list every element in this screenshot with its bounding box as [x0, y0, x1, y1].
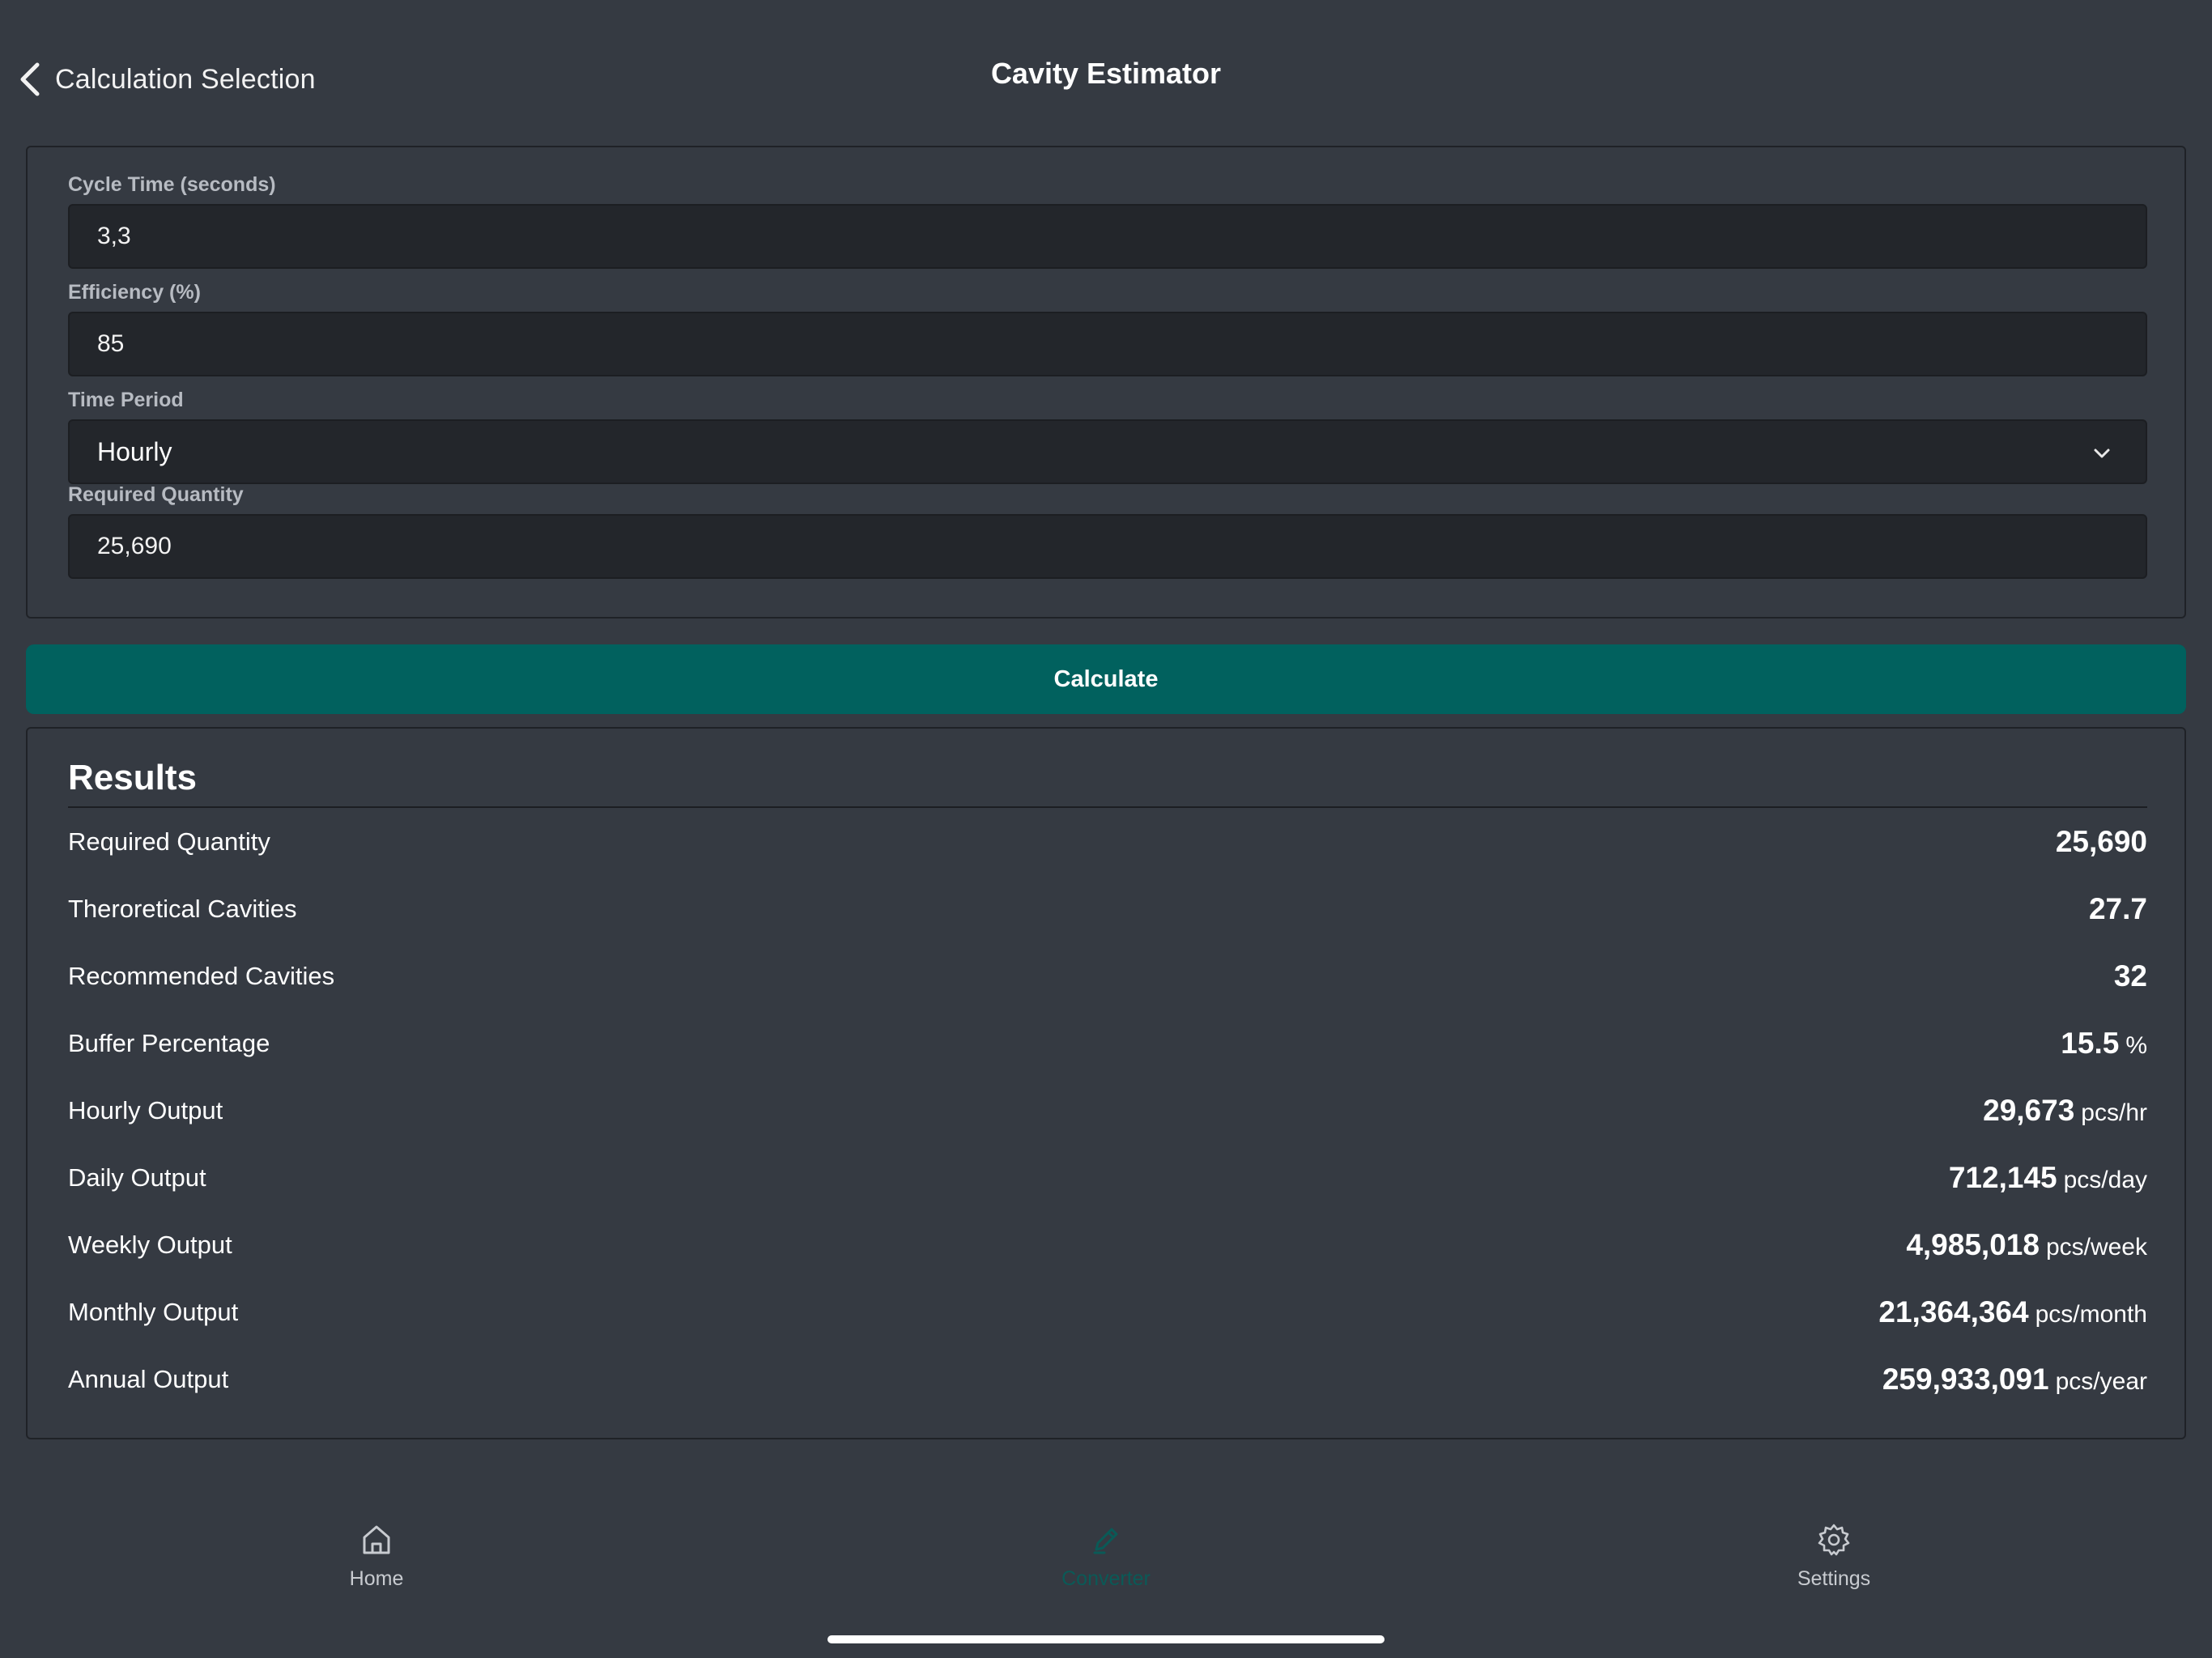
- result-unit: pcs/month: [2035, 1301, 2147, 1328]
- result-value: 32: [2113, 959, 2147, 993]
- cycle-time-field[interactable]: [68, 204, 2147, 269]
- chevron-down-icon: [2094, 449, 2110, 458]
- cycle-time-label: Cycle Time (seconds): [68, 173, 276, 196]
- tab-converter-label: Converter: [1061, 1567, 1151, 1590]
- results-divider: [68, 806, 2147, 808]
- time-period-select[interactable]: Hourly: [68, 419, 2147, 484]
- result-label: Buffer Percentage: [68, 1029, 270, 1057]
- result-value-group: 21,364,364 pcs/month: [1878, 1295, 2147, 1329]
- navigation-header: Calculation Selection Cavity Estimator: [0, 0, 2212, 146]
- input-form-panel: Cycle Time (seconds) Efficiency (%) Time…: [26, 146, 2186, 619]
- required-quantity-field[interactable]: [68, 514, 2147, 579]
- result-value-group: 27.7: [2089, 892, 2147, 926]
- result-unit: pcs/week: [2045, 1234, 2147, 1261]
- result-row-buffer-percentage: Buffer Percentage 15.5 %: [68, 1019, 2147, 1068]
- result-row-hourly-output: Hourly Output 29,673 pcs/hr: [68, 1086, 2147, 1135]
- result-row-theoretical-cavities: Theroretical Cavities 27.7: [68, 885, 2147, 933]
- result-value: 4,985,018: [1906, 1228, 2040, 1261]
- result-label: Annual Output: [68, 1365, 229, 1393]
- cycle-time-input[interactable]: [97, 223, 2040, 250]
- result-row-weekly-output: Weekly Output 4,985,018 pcs/week: [68, 1221, 2147, 1269]
- calculate-button[interactable]: Calculate: [26, 644, 2186, 714]
- efficiency-field[interactable]: [68, 312, 2147, 376]
- result-value-group: 32: [2114, 959, 2147, 993]
- result-label: Hourly Output: [68, 1096, 223, 1124]
- result-row-required-quantity: Required Quantity 25,690: [68, 818, 2147, 866]
- result-value: 21,364,364: [1878, 1295, 2029, 1329]
- result-value-group: 29,673 pcs/hr: [1983, 1094, 2147, 1128]
- time-period-selected-value: Hourly: [97, 436, 172, 466]
- result-value: 259,933,091: [1882, 1363, 2049, 1396]
- gear-icon: [1818, 1524, 1850, 1556]
- result-label: Daily Output: [68, 1163, 206, 1192]
- efficiency-label: Efficiency (%): [68, 281, 201, 304]
- required-quantity-input[interactable]: [97, 533, 2040, 560]
- efficiency-input[interactable]: [97, 330, 2040, 358]
- results-title: Results: [68, 758, 197, 797]
- result-label: Weekly Output: [68, 1231, 232, 1259]
- time-period-label: Time Period: [68, 389, 184, 411]
- bottom-tab-bar: Home Converter Settings: [0, 1522, 2212, 1619]
- calculate-button-label: Calculate: [1053, 665, 1159, 692]
- result-label: Required Quantity: [68, 827, 270, 856]
- home-icon: [363, 1525, 390, 1554]
- tab-settings-label: Settings: [1797, 1567, 1871, 1590]
- result-label: Theroretical Cavities: [68, 895, 297, 923]
- results-panel: Results Required Quantity 25,690 Therore…: [26, 727, 2186, 1439]
- result-unit: pcs/day: [2063, 1167, 2147, 1193]
- result-row-recommended-cavities: Recommended Cavities 32: [68, 952, 2147, 1001]
- result-value-group: 15.5 %: [2061, 1027, 2147, 1061]
- result-row-annual-output: Annual Output 259,933,091 pcs/year: [68, 1355, 2147, 1404]
- result-value: 712,145: [1948, 1161, 2057, 1194]
- result-row-monthly-output: Monthly Output 21,364,364 pcs/month: [68, 1288, 2147, 1337]
- tab-home-label: Home: [349, 1567, 404, 1590]
- required-quantity-label: Required Quantity: [68, 483, 244, 506]
- result-value-group: 25,690: [2056, 825, 2147, 859]
- tab-home[interactable]: Home: [255, 1522, 498, 1611]
- home-indicator[interactable]: [827, 1635, 1385, 1643]
- result-label: Monthly Output: [68, 1298, 239, 1326]
- result-value: 29,673: [1983, 1094, 2075, 1127]
- cavity-estimator-screen: Calculation Selection Cavity Estimator C…: [0, 0, 2212, 1658]
- pencil-icon: [1093, 1528, 1118, 1554]
- result-unit: %: [2125, 1032, 2147, 1059]
- result-unit: pcs/year: [2055, 1368, 2147, 1395]
- result-label: Recommended Cavities: [68, 962, 335, 990]
- tab-settings[interactable]: Settings: [1712, 1522, 1955, 1611]
- result-value: 15.5: [2061, 1027, 2120, 1060]
- tab-converter[interactable]: Converter: [985, 1522, 1227, 1611]
- result-row-daily-output: Daily Output 712,145 pcs/day: [68, 1154, 2147, 1202]
- result-value: 27.7: [2088, 892, 2147, 925]
- result-value-group: 712,145 pcs/day: [1949, 1161, 2147, 1195]
- result-value-group: 4,985,018 pcs/week: [1906, 1228, 2147, 1262]
- page-title: Cavity Estimator: [990, 57, 1222, 90]
- result-value: 25,690: [2055, 825, 2147, 858]
- result-value-group: 259,933,091 pcs/year: [1882, 1363, 2147, 1397]
- result-unit: pcs/hr: [2081, 1099, 2147, 1126]
